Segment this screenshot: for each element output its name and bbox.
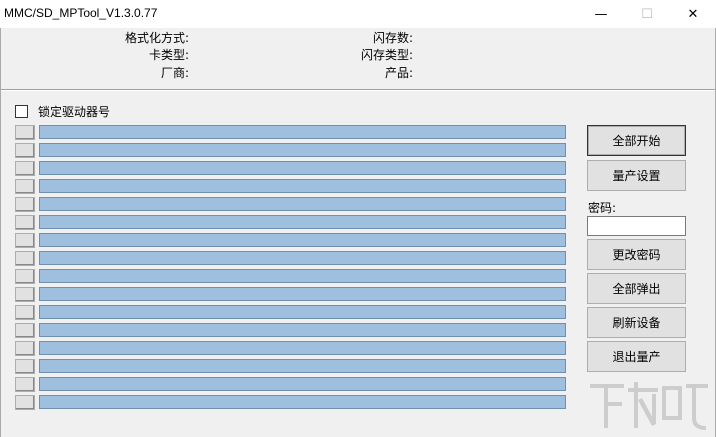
port-progress-bar <box>39 215 566 229</box>
port-progress-bar <box>39 161 566 175</box>
port-progress-bar <box>39 359 566 373</box>
port-button[interactable] <box>15 197 35 212</box>
format-method-label: 格式化方式: <box>124 31 189 45</box>
port-progress-bar <box>39 341 566 355</box>
port-button[interactable] <box>15 341 35 356</box>
port-progress-bar <box>39 125 566 139</box>
port-button[interactable] <box>15 143 35 158</box>
eject-all-button[interactable]: 全部弹出 <box>587 273 686 304</box>
maximize-button[interactable]: ☐ <box>624 0 670 28</box>
port-button[interactable] <box>15 287 35 302</box>
port-button[interactable] <box>15 377 35 392</box>
device-info-panel: 格式化方式: 卡类型: 厂商: 闪存数: 闪存类型: 产品: <box>1 28 715 90</box>
port-progress-bar <box>39 323 566 337</box>
port-progress-bar <box>39 233 566 247</box>
refresh-devices-button[interactable]: 刷新设备 <box>587 307 686 338</box>
card-type-label: 卡类型: <box>148 48 189 62</box>
port-button[interactable] <box>15 323 35 338</box>
port-progress-bar <box>39 305 566 319</box>
port-button[interactable] <box>15 269 35 284</box>
port-progress-bar <box>39 197 566 211</box>
lock-drive-option[interactable]: 锁定驱动器号 <box>15 103 110 120</box>
change-password-button[interactable]: 更改密码 <box>587 239 686 270</box>
window-title: MMC/SD_MPTool_V1.3.0.77 <box>4 6 158 20</box>
maximize-icon: ☐ <box>641 6 653 22</box>
password-label: 密码: <box>588 201 617 215</box>
vendor-label: 厂商: <box>160 66 189 80</box>
panel-divider <box>1 89 715 91</box>
port-button[interactable] <box>15 215 35 230</box>
port-button[interactable] <box>15 395 35 410</box>
port-button[interactable] <box>15 161 35 176</box>
port-progress-bar <box>39 395 566 409</box>
port-progress-bar <box>39 287 566 301</box>
product-label: 产品: <box>384 66 413 80</box>
password-input[interactable] <box>587 216 686 236</box>
port-button[interactable] <box>15 305 35 320</box>
port-button[interactable] <box>15 251 35 266</box>
port-button[interactable] <box>15 359 35 374</box>
lock-drive-label: 锁定驱动器号 <box>38 105 111 119</box>
port-button[interactable] <box>15 125 35 140</box>
minimize-icon: — <box>594 6 608 22</box>
title-bar: MMC/SD_MPTool_V1.3.0.77 — ☐ ✕ <box>0 0 716 28</box>
port-progress-bar <box>39 269 566 283</box>
watermark-logo <box>590 382 708 430</box>
port-progress-bar <box>39 377 566 391</box>
lock-drive-checkbox[interactable] <box>15 105 28 118</box>
close-icon: ✕ <box>687 6 699 22</box>
exit-mp-button[interactable]: 退出量产 <box>587 341 686 372</box>
start-all-button[interactable]: 全部开始 <box>587 125 686 156</box>
flash-count-label: 闪存数: <box>372 31 413 45</box>
minimize-button[interactable]: — <box>578 0 624 28</box>
port-progress-bar <box>39 179 566 193</box>
flash-type-label: 闪存类型: <box>360 48 413 62</box>
port-button[interactable] <box>15 233 35 248</box>
close-button[interactable]: ✕ <box>670 0 716 28</box>
port-progress-bar <box>39 143 566 157</box>
port-progress-bar <box>39 251 566 265</box>
mp-settings-button[interactable]: 量产设置 <box>587 160 686 191</box>
port-button[interactable] <box>15 179 35 194</box>
